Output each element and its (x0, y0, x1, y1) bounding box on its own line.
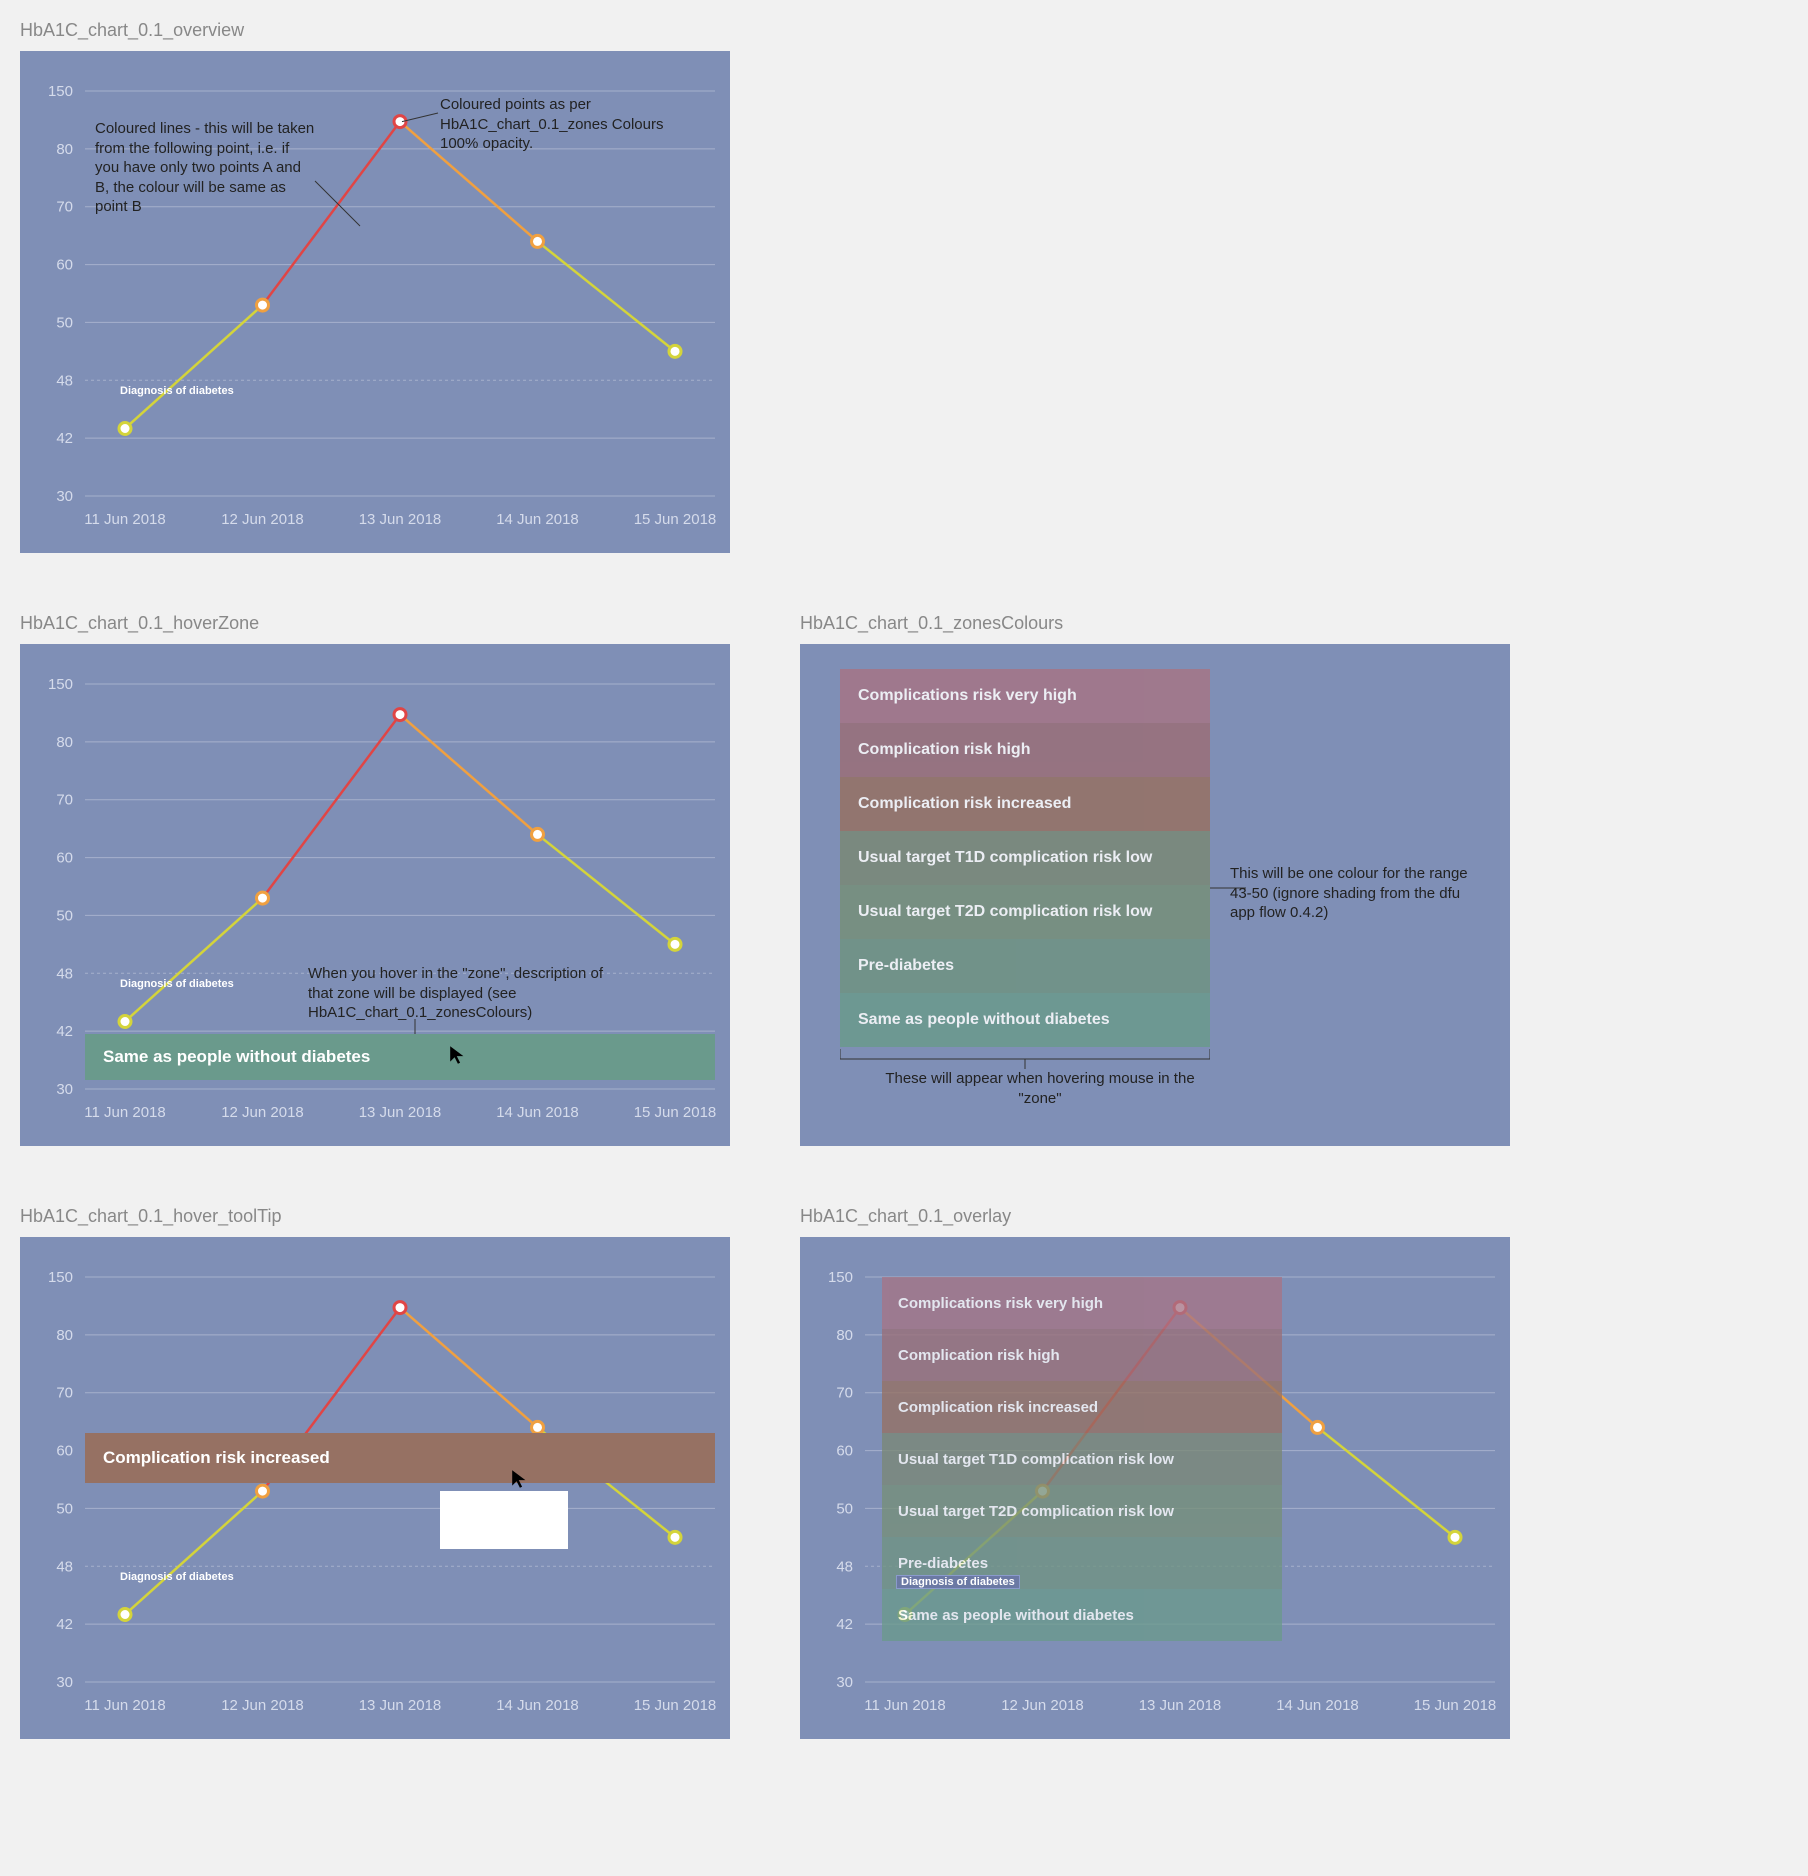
overlay-band: Usual target T1D complication risk low (882, 1433, 1282, 1485)
svg-text:150: 150 (828, 1269, 853, 1286)
svg-text:50: 50 (56, 907, 73, 924)
svg-text:30: 30 (836, 1674, 853, 1691)
overlay-band: Complication risk high (882, 1329, 1282, 1381)
chart-overview: 30 42 48 50 60 70 80 150 11 Jun 2018 12 Jun 2018 1… (20, 51, 730, 553)
panel-overview: HbA1C_chart_0.1_overview 30 42 48 50 60 70 80 1… (20, 20, 730, 553)
diagnosis-label: Diagnosis of diabetes (120, 978, 234, 990)
zone-band[interactable]: Usual target T1D complication risk low (840, 831, 1210, 885)
svg-text:48: 48 (56, 965, 73, 982)
svg-text:50: 50 (836, 1500, 853, 1517)
annotation-zones-right: This will be one colour for the range 43… (1230, 864, 1480, 923)
svg-text:13 Jun 2018: 13 Jun 2018 (1139, 1697, 1222, 1714)
svg-text:12 Jun 2018: 12 Jun 2018 (1001, 1697, 1084, 1714)
svg-text:14 Jun 2018: 14 Jun 2018 (496, 1104, 579, 1121)
panel-title-hoverzone: HbA1C_chart_0.1_hoverZone (20, 613, 730, 634)
zone-band[interactable]: Complication risk increased (840, 777, 1210, 831)
svg-text:42: 42 (56, 1616, 73, 1633)
svg-text:30: 30 (56, 1674, 73, 1691)
svg-text:70: 70 (56, 792, 73, 809)
panel-hoverzone: HbA1C_chart_0.1_hoverZone 30 42 48 50 60 70 80… (20, 613, 730, 1146)
svg-text:42: 42 (56, 430, 73, 447)
svg-text:11 Jun 2018: 11 Jun 2018 (84, 1697, 165, 1714)
svg-text:60: 60 (56, 850, 73, 867)
chart-svg-tooltip: 30 42 48 50 60 70 80 150 11 Jun 2018 12 Jun 2018 1… (20, 1237, 730, 1739)
svg-text:12 Jun 2018: 12 Jun 2018 (221, 511, 304, 528)
svg-text:48: 48 (56, 372, 73, 389)
svg-text:150: 150 (48, 83, 73, 100)
svg-text:80: 80 (56, 141, 73, 158)
zone-band[interactable]: Usual target T2D complication risk low (840, 885, 1210, 939)
zone-stack: Complications risk very highComplication… (840, 669, 1210, 1047)
panel-zonescolours: HbA1C_chart_0.1_zonesColours Complicatio… (800, 613, 1510, 1146)
panel-title-overview: HbA1C_chart_0.1_overview (20, 20, 730, 41)
svg-text:60: 60 (56, 1443, 73, 1460)
svg-text:42: 42 (836, 1616, 853, 1633)
svg-text:70: 70 (836, 1385, 853, 1402)
diagnosis-label: Diagnosis of diabetes (120, 1571, 234, 1583)
svg-text:80: 80 (56, 734, 73, 751)
chart-tooltip: 30 42 48 50 60 70 80 150 11 Jun 2018 12 Jun 2018 1… (20, 1237, 730, 1739)
chart-hoverzone: 30 42 48 50 60 70 80 150 11 Jun 2018 12 Jun 2018 1… (20, 644, 730, 1146)
zone-bracket (840, 1049, 1210, 1069)
svg-text:42: 42 (56, 1023, 73, 1040)
svg-text:30: 30 (56, 1081, 73, 1098)
panel-title-tooltip: HbA1C_chart_0.1_hover_toolTip (20, 1206, 730, 1227)
tooltip-box (440, 1491, 568, 1549)
panel-overlay: HbA1C_chart_0.1_overlay 30 42 48 50 60 70 80 15… (800, 1206, 1510, 1739)
diagnosis-label: Diagnosis of diabetes (120, 385, 234, 397)
annotation-hoverzone: When you hover in the "zone", descriptio… (308, 964, 628, 1023)
svg-text:12 Jun 2018: 12 Jun 2018 (221, 1104, 304, 1121)
overlay-band: Usual target T2D complication risk low (882, 1485, 1282, 1537)
chart-overlay: 30 42 48 50 60 70 80 150 11 Jun 2018 12 Jun 2018 1… (800, 1237, 1510, 1739)
panel-title-zonescolours: HbA1C_chart_0.1_zonesColours (800, 613, 1510, 634)
svg-text:13 Jun 2018: 13 Jun 2018 (359, 511, 442, 528)
hover-zone-label: Same as people without diabetes (103, 1047, 370, 1067)
svg-text:12 Jun 2018: 12 Jun 2018 (221, 1697, 304, 1714)
svg-text:13 Jun 2018: 13 Jun 2018 (359, 1697, 442, 1714)
panel-title-overlay: HbA1C_chart_0.1_overlay (800, 1206, 1510, 1227)
overlay-band: Complications risk very high (882, 1277, 1282, 1329)
svg-text:48: 48 (836, 1558, 853, 1575)
svg-text:70: 70 (56, 199, 73, 216)
svg-text:11 Jun 2018: 11 Jun 2018 (84, 511, 165, 528)
hover-zone-band[interactable]: Same as people without diabetes (85, 1034, 715, 1080)
svg-text:14 Jun 2018: 14 Jun 2018 (1276, 1697, 1359, 1714)
svg-text:80: 80 (836, 1327, 853, 1344)
panel-tooltip: HbA1C_chart_0.1_hover_toolTip 30 42 48 50 60… (20, 1206, 730, 1739)
tooltip-zone-label: Complication risk increased (103, 1448, 330, 1468)
svg-text:15 Jun 2018: 15 Jun 2018 (634, 1697, 717, 1714)
svg-text:15 Jun 2018: 15 Jun 2018 (634, 511, 717, 528)
svg-text:11 Jun 2018: 11 Jun 2018 (84, 1104, 165, 1121)
svg-text:80: 80 (56, 1327, 73, 1344)
zone-band[interactable]: Same as people without diabetes (840, 993, 1210, 1047)
cursor-icon (510, 1468, 532, 1490)
annotation-lines: Coloured lines - this will be taken from… (95, 119, 315, 217)
annotation-zones-bottom: These will appear when hovering mouse in… (870, 1069, 1210, 1108)
svg-text:30: 30 (56, 488, 73, 505)
svg-text:48: 48 (56, 1558, 73, 1575)
svg-text:50: 50 (56, 314, 73, 331)
zone-band[interactable]: Pre-diabetes (840, 939, 1210, 993)
svg-text:60: 60 (56, 257, 73, 274)
svg-text:14 Jun 2018: 14 Jun 2018 (496, 1697, 579, 1714)
tooltip-zone-band[interactable]: Complication risk increased (85, 1433, 715, 1483)
svg-text:11 Jun 2018: 11 Jun 2018 (864, 1697, 945, 1714)
zone-band[interactable]: Complication risk high (840, 723, 1210, 777)
overlay-band: Same as people without diabetes (882, 1589, 1282, 1641)
svg-text:50: 50 (56, 1500, 73, 1517)
svg-text:13 Jun 2018: 13 Jun 2018 (359, 1104, 442, 1121)
diagnosis-label: Diagnosis of diabetes (896, 1575, 1020, 1589)
svg-text:60: 60 (836, 1443, 853, 1460)
annotation-points: Coloured points as per HbA1C_chart_0.1_z… (440, 95, 680, 154)
svg-text:15 Jun 2018: 15 Jun 2018 (634, 1104, 717, 1121)
svg-text:150: 150 (48, 1269, 73, 1286)
svg-text:70: 70 (56, 1385, 73, 1402)
overlay-band: Complication risk increased (882, 1381, 1282, 1433)
svg-text:15 Jun 2018: 15 Jun 2018 (1414, 1697, 1497, 1714)
svg-text:150: 150 (48, 676, 73, 693)
zone-band[interactable]: Complications risk very high (840, 669, 1210, 723)
chart-zonescolours: Complications risk very highComplication… (800, 644, 1510, 1146)
svg-text:14 Jun 2018: 14 Jun 2018 (496, 511, 579, 528)
cursor-icon (448, 1044, 470, 1066)
